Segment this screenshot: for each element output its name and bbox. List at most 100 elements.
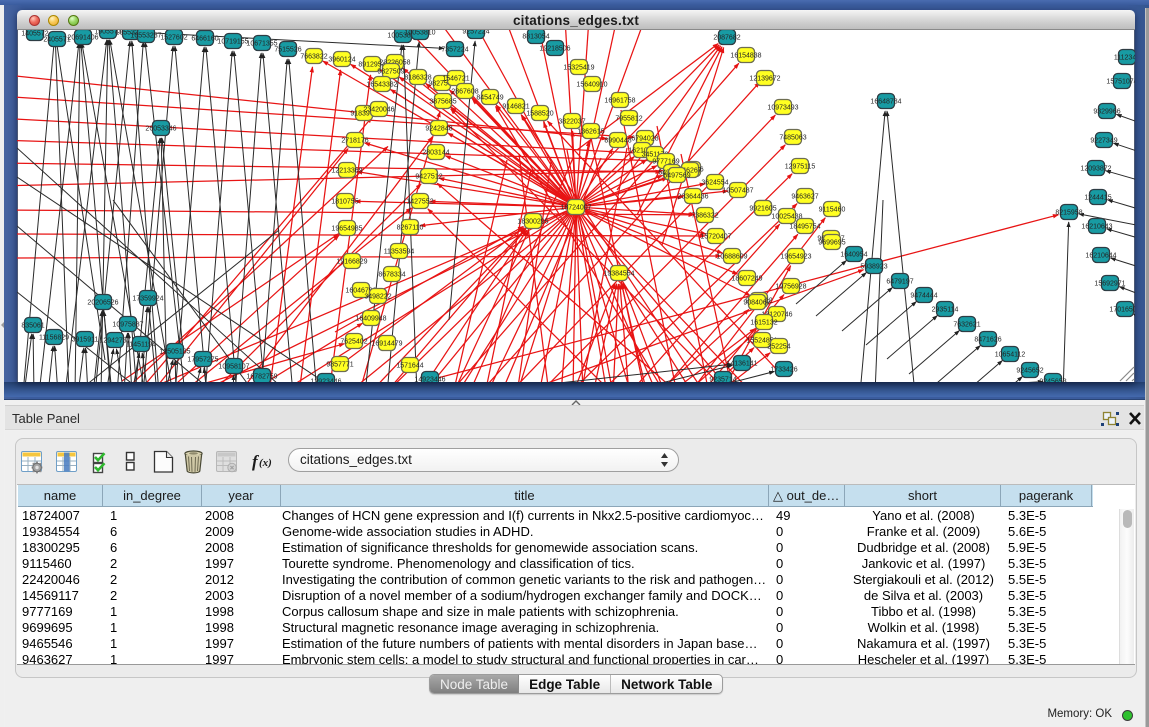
- svg-text:6794028: 6794028: [631, 135, 658, 142]
- svg-text:12213369: 12213369: [331, 167, 362, 174]
- svg-text:1527602: 1527602: [160, 34, 187, 41]
- svg-text:3498222: 3498222: [364, 293, 391, 300]
- svg-text:1546721: 1546721: [442, 75, 469, 82]
- svg-text:10958107: 10958107: [218, 363, 249, 370]
- svg-text:835061: 835061: [21, 322, 44, 329]
- svg-text:14136141: 14136141: [726, 360, 757, 367]
- svg-text:8267110: 8267110: [397, 224, 424, 231]
- svg-text:8813054: 8813054: [522, 33, 549, 40]
- svg-text:9245652: 9245652: [1016, 367, 1043, 374]
- svg-text:16782759: 16782759: [246, 373, 277, 380]
- svg-text:(x): (x): [259, 457, 272, 469]
- svg-text:1588520: 1588520: [526, 110, 553, 117]
- svg-text:15325419: 15325419: [563, 64, 594, 71]
- svg-text:7625402: 7625402: [340, 338, 367, 345]
- svg-text:9474444: 9474444: [910, 292, 937, 299]
- svg-text:15692971: 15692971: [1094, 280, 1125, 287]
- svg-text:10507487: 10507487: [722, 187, 753, 194]
- svg-text:7955812: 7955812: [615, 115, 642, 122]
- svg-text:2935114: 2935114: [932, 306, 959, 313]
- svg-text:19756928: 19756928: [775, 283, 806, 290]
- svg-text:20364436: 20364436: [677, 193, 708, 200]
- svg-text:18300295: 18300295: [517, 218, 548, 225]
- svg-text:10553287: 10553287: [130, 32, 161, 39]
- svg-text:16409948: 16409948: [355, 315, 386, 322]
- svg-text:8990448: 8990448: [604, 137, 631, 144]
- svg-text:9227349: 9227349: [1090, 137, 1117, 144]
- svg-text:10053810: 10053810: [404, 30, 435, 36]
- svg-text:8678334: 8678334: [378, 271, 405, 278]
- svg-text:10688609: 10688609: [716, 253, 747, 260]
- svg-text:10973493: 10973493: [767, 104, 798, 111]
- svg-text:6497569: 6497569: [663, 172, 690, 179]
- svg-text:9146821: 9146821: [502, 103, 529, 110]
- svg-text:2867608: 2867608: [451, 88, 478, 95]
- svg-text:10654112: 10654112: [995, 351, 1026, 358]
- svg-text:10975887: 10975887: [112, 321, 143, 328]
- svg-text:7485063: 7485063: [779, 134, 806, 141]
- svg-text:3915911: 3915911: [72, 336, 99, 343]
- svg-text:7515526: 7515526: [274, 46, 301, 53]
- svg-text:9115460: 9115460: [819, 206, 846, 213]
- svg-text:16543382: 16543382: [366, 81, 397, 88]
- svg-text:6466160: 6466160: [191, 35, 218, 42]
- svg-text:19654923: 19654923: [780, 253, 811, 260]
- svg-text:9235714: 9235714: [709, 376, 736, 382]
- svg-text:12139672: 12139672: [749, 75, 780, 82]
- svg-text:252254: 252254: [767, 343, 790, 350]
- svg-text:7632621: 7632621: [953, 321, 980, 328]
- svg-text:1362615: 1362615: [577, 128, 604, 135]
- svg-text:12505135: 12505135: [159, 348, 190, 355]
- svg-text:20691406: 20691406: [67, 34, 98, 41]
- svg-text:17359924: 17359924: [132, 295, 163, 302]
- svg-text:9699695: 9699695: [818, 239, 845, 246]
- svg-text:10671355: 10671355: [246, 40, 277, 47]
- svg-text:9329966: 9329966: [1093, 108, 1120, 115]
- svg-text:1640954: 1640954: [840, 251, 867, 258]
- svg-text:18607249: 18607249: [731, 275, 762, 282]
- svg-text:12975115: 12975115: [785, 163, 816, 170]
- svg-text:15640910: 15640910: [576, 81, 607, 88]
- svg-text:2803144: 2803144: [422, 149, 449, 156]
- svg-text:1112345: 1112345: [1114, 54, 1135, 61]
- svg-text:8454749: 8454749: [476, 94, 503, 101]
- svg-text:11451194: 11451194: [126, 341, 156, 348]
- svg-text:1810755: 1810755: [331, 198, 358, 205]
- svg-text:11156829: 11156829: [39, 334, 69, 341]
- svg-text:3822037: 3822037: [558, 118, 585, 125]
- svg-text:3624554: 3624554: [701, 179, 728, 186]
- svg-text:9242848: 9242848: [425, 125, 452, 132]
- svg-text:15751074: 15751074: [1106, 78, 1135, 85]
- svg-text:23420046: 23420046: [363, 106, 394, 113]
- svg-text:9084067: 9084067: [743, 299, 770, 306]
- svg-text:19384554: 19384554: [603, 270, 634, 277]
- svg-text:26053346: 26053346: [145, 125, 176, 132]
- svg-text:18495754: 18495754: [789, 223, 820, 230]
- svg-text:19166829: 19166829: [336, 258, 367, 265]
- svg-text:12923446: 12923446: [310, 378, 341, 382]
- svg-text:12093872: 12093872: [1080, 165, 1111, 172]
- svg-text:16914479: 16914479: [371, 340, 402, 347]
- svg-text:7663822: 7663822: [300, 53, 327, 60]
- svg-text:92160: 92160: [753, 205, 773, 212]
- svg-text:1571644: 1571644: [396, 362, 423, 369]
- svg-text:7386322: 7386322: [691, 212, 718, 219]
- svg-text:9857771: 9857771: [326, 361, 353, 368]
- svg-text:9463627: 9463627: [791, 193, 818, 200]
- svg-text:10719155: 10719155: [217, 38, 248, 45]
- svg-text:6479197: 6479197: [886, 278, 913, 285]
- svg-text:8471626: 8471626: [974, 336, 1001, 343]
- svg-text:16648784: 16648784: [870, 98, 901, 105]
- svg-text:9827509: 9827509: [377, 68, 404, 75]
- svg-text:11353594: 11353594: [384, 248, 415, 255]
- svg-text:1427552: 1427552: [406, 198, 433, 205]
- svg-text:19218506: 19218506: [539, 45, 570, 52]
- svg-text:19654985: 19654985: [331, 225, 362, 232]
- svg-text:1244415: 1244415: [1084, 194, 1111, 201]
- svg-text:18724007: 18724007: [560, 204, 591, 211]
- svg-text:8215958: 8215958: [1055, 209, 1082, 216]
- svg-text:14923446: 14923446: [414, 376, 445, 382]
- svg-text:1615132: 1615132: [750, 319, 777, 326]
- svg-text:1733426: 1733426: [770, 366, 797, 373]
- svg-text:17957275: 17957275: [187, 356, 218, 363]
